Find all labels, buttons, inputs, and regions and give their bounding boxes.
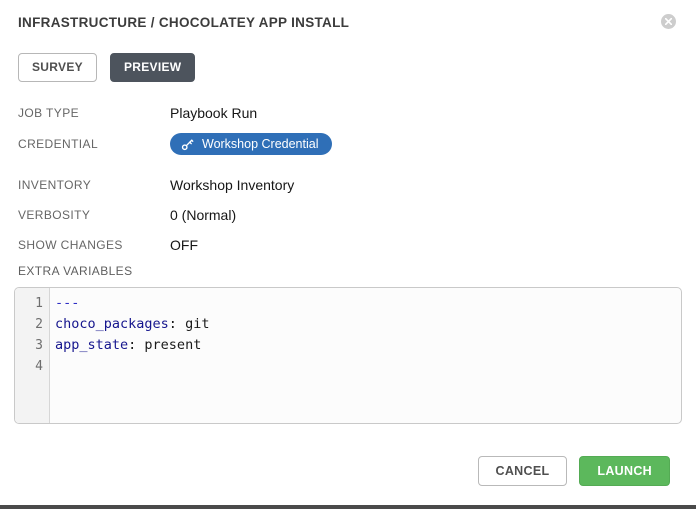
editor-line-number-gutter: 1 2 3 4: [15, 288, 50, 423]
extra-variables-label: EXTRA VARIABLES: [18, 264, 682, 279]
inventory-value: Workshop Inventory: [170, 177, 294, 193]
extra-variables-editor[interactable]: 1 2 3 4 --- choco_packages: git app_stat…: [14, 287, 682, 424]
yaml-value: present: [136, 337, 201, 353]
code-line-1: ---: [55, 293, 681, 314]
verbosity-value: 0 (Normal): [170, 207, 236, 223]
line-number: 2: [15, 314, 49, 335]
modal-footer: CANCEL LAUNCH: [14, 456, 682, 486]
tab-survey[interactable]: SURVEY: [18, 53, 97, 82]
credential-label: CREDENTIAL: [18, 137, 170, 151]
code-line-2: choco_packages: git: [55, 314, 681, 335]
yaml-separator: :: [169, 316, 177, 332]
line-number: 1: [15, 293, 49, 314]
line-number: 4: [15, 356, 49, 377]
yaml-key: app_state: [55, 337, 128, 353]
job-detail-fields: JOB TYPE Playbook Run CREDENTIAL Wor: [18, 102, 682, 256]
field-row-inventory: INVENTORY Workshop Inventory: [18, 174, 682, 196]
yaml-key: choco_packages: [55, 316, 169, 332]
credential-badge[interactable]: Workshop Credential: [170, 133, 332, 155]
cancel-button[interactable]: CANCEL: [478, 456, 568, 486]
code-line-4: [55, 356, 681, 377]
modal-title: INFRASTRUCTURE / CHOCOLATEY APP INSTALL: [18, 15, 678, 31]
show-changes-label: SHOW CHANGES: [18, 238, 170, 252]
tab-preview[interactable]: PREVIEW: [110, 53, 195, 82]
launch-button[interactable]: LAUNCH: [579, 456, 670, 486]
yaml-value: git: [177, 316, 210, 332]
line-number: 3: [15, 335, 49, 356]
tab-bar: SURVEY PREVIEW: [18, 53, 682, 82]
modal-header: INFRASTRUCTURE / CHOCOLATEY APP INSTALL: [18, 15, 678, 31]
verbosity-label: VERBOSITY: [18, 208, 170, 222]
close-icon[interactable]: [661, 14, 676, 29]
field-row-job-type: JOB TYPE Playbook Run: [18, 102, 682, 124]
field-row-show-changes: SHOW CHANGES OFF: [18, 234, 682, 256]
field-row-credential: CREDENTIAL Workshop Credential: [18, 132, 682, 156]
field-row-verbosity: VERBOSITY 0 (Normal): [18, 204, 682, 226]
editor-code-area[interactable]: --- choco_packages: git app_state: prese…: [50, 288, 681, 423]
job-launch-preview-modal: INFRASTRUCTURE / CHOCOLATEY APP INSTALL …: [0, 0, 696, 515]
code-line-3: app_state: present: [55, 335, 681, 356]
show-changes-value: OFF: [170, 237, 198, 253]
job-type-label: JOB TYPE: [18, 106, 170, 120]
job-type-value: Playbook Run: [170, 105, 257, 121]
window-bottom-edge: [0, 505, 696, 509]
inventory-label: INVENTORY: [18, 178, 170, 192]
yaml-doc-marker: ---: [55, 295, 79, 311]
credential-badge-label: Workshop Credential: [202, 137, 319, 151]
key-icon: [181, 138, 194, 151]
